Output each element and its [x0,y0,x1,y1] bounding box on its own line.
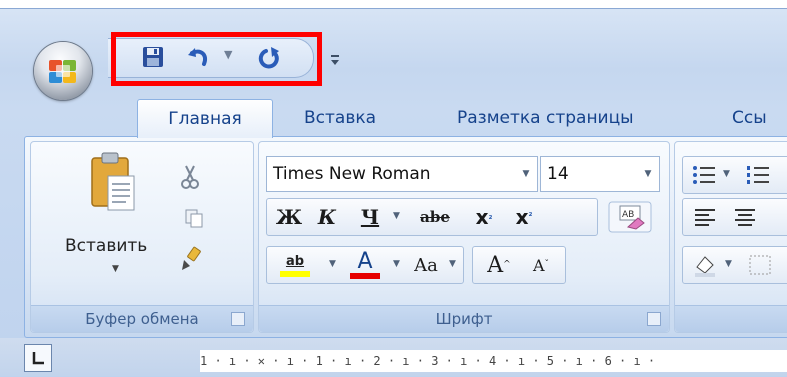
shading-icon[interactable] [691,253,719,279]
tab-label: Ссы [732,108,767,128]
font-color-button[interactable]: A [345,247,385,283]
tab-home[interactable]: Главная [137,99,273,138]
font-color-bar [350,273,380,279]
underline-button[interactable]: Ч [357,199,383,235]
cut-icon[interactable] [181,164,199,190]
paste-button-label[interactable]: Вставить [65,236,147,256]
undo-icon [188,48,207,66]
list-toolbar: ▼ [682,156,787,194]
group-label [675,305,787,332]
group-label: Шрифт [259,305,669,332]
office-logo-icon [49,60,76,83]
shading-dropdown[interactable]: ▼ [725,259,732,269]
chevron-down-icon[interactable]: ▼ [515,169,537,179]
borders-icon[interactable] [747,253,773,277]
bullet-list-icon[interactable] [691,163,717,187]
paste-dropdown[interactable]: ▼ [112,264,119,274]
undo-button[interactable] [184,44,212,72]
format-painter-icon[interactable] [178,246,204,272]
align-left-icon[interactable] [693,207,717,227]
change-case-dropdown[interactable]: ▼ [449,259,456,269]
save-button[interactable] [140,44,166,70]
font-size-value: 14 [547,164,569,184]
underline-dropdown[interactable]: ▼ [393,211,400,221]
align-center-icon[interactable] [733,207,757,227]
redo-icon [258,47,279,69]
superscript-button[interactable]: x² [509,199,539,235]
font-size-toolbar: A ^ Aˇ [472,246,566,284]
color-toolbar: ab ▼ A ▼ Aa ▼ [266,246,464,284]
bold-button[interactable]: Ж [275,199,303,235]
font-size-combo[interactable]: 14 ▼ [540,156,660,192]
tab-label: Главная [168,109,242,129]
italic-button[interactable]: К [313,199,341,235]
subscript-button[interactable]: x₂ [469,199,499,235]
numbered-list-icon[interactable] [745,163,771,187]
tab-insert[interactable]: Вставка [292,100,388,136]
tab-stop-selector[interactable] [24,344,52,372]
font-color-dropdown[interactable]: ▼ [393,259,400,269]
horizontal-ruler[interactable]: 1 · ı · ✕ · ı · 1 · ı · 2 · ı · 3 · ı · … [200,350,787,372]
dialog-launcher-icon[interactable] [647,312,661,326]
change-case-button[interactable]: Aa [407,247,445,283]
copy-icon[interactable] [184,208,204,228]
ruler-scale: 1 · ı · ✕ · ı · 1 · ı · 2 · ı · 3 · ı · … [200,354,656,368]
tab-label: Вставка [304,108,377,128]
customize-qat-icon[interactable] [328,44,342,72]
format-toolbar: Ж К Ч ▼ abe x₂ x² [266,198,598,236]
bullet-dropdown[interactable]: ▼ [723,169,730,179]
shrink-font-button[interactable]: Aˇ [521,247,561,283]
save-icon [143,47,163,67]
shading-toolbar: ▼ [682,246,787,284]
highlight-dropdown[interactable]: ▼ [329,259,336,269]
highlight-color-bar [280,270,310,277]
svg-text:AB: AB [622,210,634,220]
redo-button[interactable] [256,44,284,72]
group-label: Буфер обмена [31,305,253,332]
strikethrough-button[interactable]: abe [413,199,457,235]
align-toolbar [682,198,787,236]
tab-page-layout[interactable]: Разметка страницы [445,100,646,136]
chevron-down-icon[interactable]: ▼ [637,169,659,179]
font-name-combo[interactable]: Times New Roman ▼ [266,156,538,192]
tab-references[interactable]: Ссы [720,100,779,136]
clear-formatting-icon[interactable]: AB [608,201,652,233]
text-highlight-button[interactable]: ab [273,247,317,283]
office-button[interactable] [34,42,92,100]
grow-font-button[interactable]: A ^ [479,247,519,283]
tab-label: Разметка страницы [457,108,634,128]
undo-dropdown[interactable]: ▼ [224,48,232,61]
dialog-launcher-icon[interactable] [231,312,245,326]
left-tab-icon [32,352,44,365]
font-name-value: Times New Roman [273,164,431,184]
paste-icon[interactable] [88,148,138,222]
